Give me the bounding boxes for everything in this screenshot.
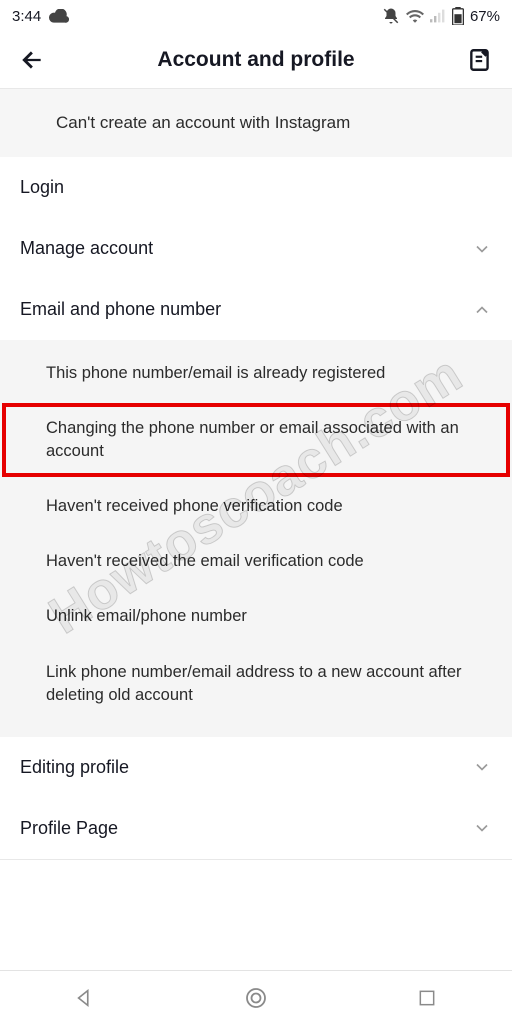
sub-no-email-code[interactable]: Haven't received the email verification … [0,534,512,589]
sub-already-registered[interactable]: This phone number/email is already regis… [0,346,512,401]
row-label: Login [20,177,64,198]
row-email-phone[interactable]: Email and phone number [0,279,512,340]
android-navbar [0,970,512,1024]
wifi-icon [406,9,424,23]
chevron-down-icon [472,818,492,838]
feedback-button[interactable] [464,44,496,76]
bell-off-icon [382,7,400,25]
row-label: Profile Page [20,818,118,839]
row-label: Manage account [20,238,153,259]
chevron-down-icon [472,239,492,259]
chevron-down-icon [472,757,492,777]
row-label: Email and phone number [20,299,221,320]
cloud-icon [49,9,69,23]
page-header: Account and profile [0,32,512,88]
sub-unlink[interactable]: Unlink email/phone number [0,589,512,644]
row-profile-page[interactable]: Profile Page [0,798,512,859]
chevron-up-icon [472,300,492,320]
status-bar: 3:44 67% [0,0,512,32]
back-button[interactable] [16,44,48,76]
email-phone-subpanel: This phone number/email is already regis… [0,340,512,737]
status-time: 3:44 [12,8,41,25]
nav-back-button[interactable] [71,984,99,1012]
row-label: Editing profile [20,757,129,778]
page-title: Account and profile [48,48,464,72]
row-manage-account[interactable]: Manage account [0,218,512,279]
row-editing-profile[interactable]: Editing profile [0,737,512,798]
info-banner-text: Can't create an account with Instagram [56,113,350,132]
info-banner[interactable]: Can't create an account with Instagram [0,89,512,157]
nav-home-button[interactable] [242,984,270,1012]
signal-icon [430,9,446,23]
status-battery: 67% [470,8,500,25]
sub-no-phone-code[interactable]: Haven't received phone verification code [0,479,512,534]
sub-link-after-delete[interactable]: Link phone number/email address to a new… [0,645,512,723]
divider [0,859,512,860]
battery-icon [452,7,464,25]
sub-change-phone-email[interactable]: Changing the phone number or email assoc… [0,401,512,479]
nav-recents-button[interactable] [413,984,441,1012]
row-login[interactable]: Login [0,157,512,218]
